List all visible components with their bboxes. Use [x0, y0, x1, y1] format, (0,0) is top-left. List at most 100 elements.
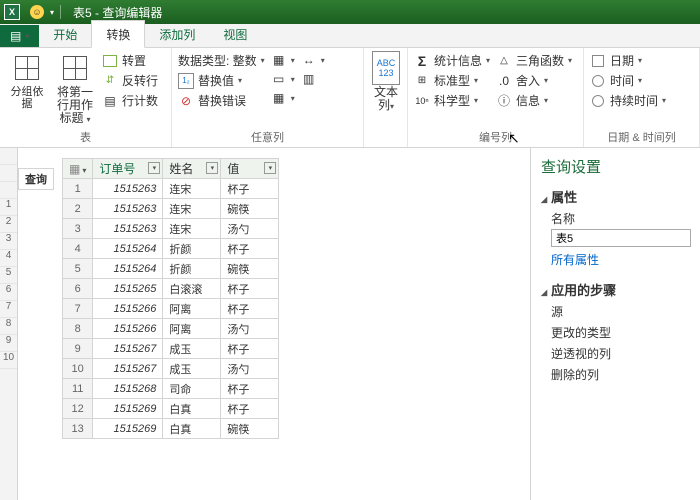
cell-value[interactable]: 碗筷: [221, 419, 279, 439]
cell-order[interactable]: 1515265: [93, 279, 163, 299]
tab-view[interactable]: 视图: [209, 21, 261, 47]
group-by-button[interactable]: 分组依据: [6, 52, 48, 110]
applied-step[interactable]: 更改的类型: [551, 324, 690, 341]
filter-icon[interactable]: ▾: [206, 162, 218, 174]
duration-button[interactable]: 持续时间▾: [590, 92, 666, 109]
name-input[interactable]: [551, 229, 691, 247]
cell-value[interactable]: 杯子: [221, 379, 279, 399]
cell-name[interactable]: 折颜: [163, 259, 221, 279]
replace-errors-button[interactable]: ⊘替换错误: [178, 92, 265, 109]
applied-steps-header[interactable]: 应用的步骤: [541, 280, 690, 299]
all-properties-link[interactable]: 所有属性: [551, 251, 690, 268]
unpivot-button[interactable]: ▥: [301, 71, 325, 87]
data-type-button[interactable]: 数据类型: 整数▾: [178, 52, 265, 69]
info-button[interactable]: ⓘ信息▾: [496, 92, 572, 109]
cell-value[interactable]: 杯子: [221, 239, 279, 259]
qat-dropdown-icon[interactable]: ▾: [50, 8, 54, 17]
cell-order[interactable]: 1515267: [93, 359, 163, 379]
cell-name[interactable]: 折颜: [163, 239, 221, 259]
time-button[interactable]: 时间▾: [590, 72, 666, 89]
use-first-row-button[interactable]: 将第一行用作标题 ▾: [54, 52, 96, 126]
cell-order[interactable]: 1515263: [93, 219, 163, 239]
standard-button[interactable]: ⊞标准型▾: [414, 72, 490, 89]
cell-order[interactable]: 1515266: [93, 299, 163, 319]
tab-add-column[interactable]: 添加列: [145, 21, 209, 47]
cell-name[interactable]: 连宋: [163, 179, 221, 199]
cell-name[interactable]: 白真: [163, 419, 221, 439]
table-row[interactable]: 6 1515265 白滚滚 杯子: [63, 279, 279, 299]
table-row[interactable]: 13 1515269 白真 碗筷: [63, 419, 279, 439]
statistics-button[interactable]: Σ统计信息▾: [414, 52, 490, 69]
cell-value[interactable]: 杯子: [221, 279, 279, 299]
cell-name[interactable]: 成玉: [163, 359, 221, 379]
scientific-button[interactable]: 10ⁿ科学型▾: [414, 92, 490, 109]
properties-header[interactable]: 属性: [541, 187, 690, 206]
cell-name[interactable]: 连宋: [163, 219, 221, 239]
applied-step[interactable]: 删除的列: [551, 366, 690, 383]
data-grid[interactable]: ▦▾ 订单号▾ 姓名▾ 值▾ 1 1515263 连宋 杯子2 1515263 …: [62, 158, 279, 439]
cell-value[interactable]: 杯子: [221, 399, 279, 419]
tab-transform[interactable]: 转换: [91, 20, 145, 48]
cell-order[interactable]: 1515264: [93, 239, 163, 259]
text-column-button[interactable]: ABC123 文本列▾: [370, 52, 402, 113]
table-row[interactable]: 2 1515263 连宋 碗筷: [63, 199, 279, 219]
table-row[interactable]: 8 1515266 阿离 汤勺: [63, 319, 279, 339]
cell-name[interactable]: 阿离: [163, 319, 221, 339]
count-rows-button[interactable]: ▤行计数: [102, 92, 158, 109]
table-row[interactable]: 11 1515268 司命 杯子: [63, 379, 279, 399]
table-row[interactable]: 5 1515264 折颜 碗筷: [63, 259, 279, 279]
cell-name[interactable]: 阿离: [163, 299, 221, 319]
cell-name[interactable]: 白滚滚: [163, 279, 221, 299]
cell-name[interactable]: 连宋: [163, 199, 221, 219]
rownum-header[interactable]: ▦▾: [63, 159, 93, 179]
cell-name[interactable]: 成玉: [163, 339, 221, 359]
table-row[interactable]: 4 1515264 折颜 杯子: [63, 239, 279, 259]
col-header-value[interactable]: 值▾: [221, 159, 279, 179]
fill-button[interactable]: ▭▾: [271, 71, 295, 87]
trig-button[interactable]: △三角函数▾: [496, 52, 572, 69]
reverse-rows-button[interactable]: ⇵反转行: [102, 72, 158, 89]
applied-step[interactable]: 逆透视的列: [551, 345, 690, 362]
cell-name[interactable]: 司命: [163, 379, 221, 399]
transpose-button[interactable]: 转置: [102, 52, 158, 69]
replace-values-button[interactable]: 1₂替换值▾: [178, 72, 265, 89]
cell-order[interactable]: 1515267: [93, 339, 163, 359]
cell-value[interactable]: 杯子: [221, 179, 279, 199]
table-row[interactable]: 12 1515269 白真 杯子: [63, 399, 279, 419]
col-header-name[interactable]: 姓名▾: [163, 159, 221, 179]
move-button[interactable]: ↔▾: [301, 52, 325, 68]
first-row-icon: [63, 56, 87, 80]
cell-value[interactable]: 杯子: [221, 339, 279, 359]
detect-type-button[interactable]: ▦▾: [271, 52, 295, 68]
cell-order[interactable]: 1515269: [93, 399, 163, 419]
cell-order[interactable]: 1515263: [93, 199, 163, 219]
cell-order[interactable]: 1515263: [93, 179, 163, 199]
cell-order[interactable]: 1515268: [93, 379, 163, 399]
cell-order[interactable]: 1515266: [93, 319, 163, 339]
table-row[interactable]: 10 1515267 成玉 汤勺: [63, 359, 279, 379]
queries-pane-label[interactable]: 查询: [18, 168, 54, 190]
cell-value[interactable]: 杯子: [221, 299, 279, 319]
round-button[interactable]: .0舍入▾: [496, 72, 572, 89]
applied-step[interactable]: 源: [551, 303, 690, 320]
cell-value[interactable]: 碗筷: [221, 259, 279, 279]
table-row[interactable]: 7 1515266 阿离 杯子: [63, 299, 279, 319]
cell-order[interactable]: 1515264: [93, 259, 163, 279]
pivot-button[interactable]: ▦▾: [271, 90, 295, 106]
cell-value[interactable]: 汤勺: [221, 319, 279, 339]
cell-value[interactable]: 碗筷: [221, 199, 279, 219]
date-button[interactable]: 日期▾: [590, 52, 666, 69]
file-tab[interactable]: ▤▾: [0, 25, 39, 47]
cell-name[interactable]: 白真: [163, 399, 221, 419]
table-row[interactable]: 3 1515263 连宋 汤勺: [63, 219, 279, 239]
filter-icon[interactable]: ▾: [264, 162, 276, 174]
table-row[interactable]: 9 1515267 成玉 杯子: [63, 339, 279, 359]
cell-order[interactable]: 1515269: [93, 419, 163, 439]
cell-value[interactable]: 汤勺: [221, 219, 279, 239]
table-row[interactable]: 1 1515263 连宋 杯子: [63, 179, 279, 199]
col-header-order[interactable]: 订单号▾: [93, 159, 163, 179]
tab-home[interactable]: 开始: [39, 21, 91, 47]
filter-icon[interactable]: ▾: [148, 162, 160, 174]
cell-value[interactable]: 汤勺: [221, 359, 279, 379]
smiley-icon[interactable]: ☺: [30, 5, 44, 19]
